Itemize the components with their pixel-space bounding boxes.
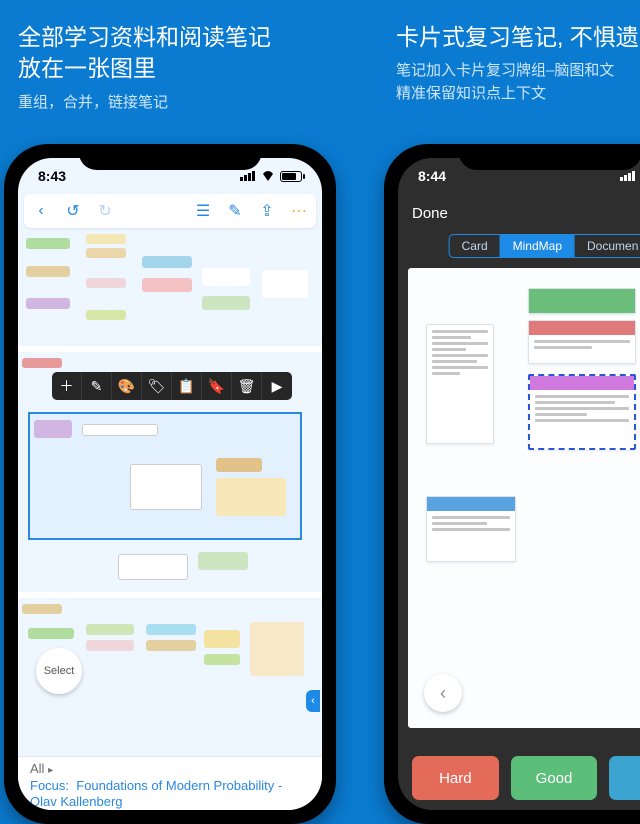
side-chevron-icon[interactable]: ‹ xyxy=(306,690,320,712)
mindmap-canvas[interactable]: ＋ ✎ 🎨 🏷 📋 🔖 🗑 ▶ xyxy=(18,234,322,756)
tab-card[interactable]: Card xyxy=(450,235,500,257)
signal-icon xyxy=(240,171,256,181)
easy-button[interactable]: Eas xyxy=(609,756,640,800)
more-icon[interactable]: ⋯ xyxy=(290,202,308,220)
phone2-screen: 8:44 Done Card MindMap Documen xyxy=(398,158,640,810)
phone1-screen: 8:43 ‹ ↺ ↻ ☰ ✎ ⇪ ⋯ xyxy=(18,158,322,810)
tab-document[interactable]: Documen xyxy=(574,235,640,257)
rating-bar: Hard Good Eas xyxy=(406,756,640,800)
slide2-title: 卡片式复习笔记, 不惧遗 xyxy=(396,22,639,53)
slide2-subtitle: 笔记加入卡片复习牌组–脑图和文 精准保留知识点上下文 xyxy=(396,60,614,105)
status-time: 8:44 xyxy=(418,168,446,184)
plus-icon[interactable]: ＋ xyxy=(52,372,82,400)
header: Done xyxy=(398,194,640,232)
select-button[interactable]: Select xyxy=(36,648,82,694)
phone-2: 8:44 Done Card MindMap Documen xyxy=(384,144,640,824)
wifi-icon xyxy=(261,171,275,181)
context-toolbar: ＋ ✎ 🎨 🏷 📋 🔖 🗑 ▶ xyxy=(52,372,292,400)
filter-label[interactable]: All ▸ xyxy=(30,761,310,776)
good-button[interactable]: Good xyxy=(511,756,598,800)
hard-button[interactable]: Hard xyxy=(412,756,499,800)
share-icon[interactable]: ⇪ xyxy=(258,202,276,220)
trash-icon[interactable]: 🗑 xyxy=(232,372,262,400)
redo-icon[interactable]: ↻ xyxy=(96,202,114,220)
back-icon[interactable]: ‹ xyxy=(32,202,50,220)
list-icon[interactable]: ☰ xyxy=(194,202,212,220)
prev-button[interactable]: ‹ xyxy=(424,674,462,712)
play-icon[interactable]: ▶ xyxy=(262,372,292,400)
edit-icon[interactable]: ✎ xyxy=(226,202,244,220)
view-segmented-control: Card MindMap Documen xyxy=(449,234,640,258)
phone-1: 8:43 ‹ ↺ ↻ ☰ ✎ ⇪ ⋯ xyxy=(4,144,336,824)
slide1-subtitle: 重组，合并，链接笔记 xyxy=(18,92,168,115)
clipboard-icon[interactable]: 📋 xyxy=(172,372,202,400)
battery-icon xyxy=(280,171,302,182)
status-time: 8:43 xyxy=(38,168,66,184)
focus-row[interactable]: Focus: Foundations of Modern Probability… xyxy=(30,778,310,810)
done-button[interactable]: Done xyxy=(412,205,448,222)
tab-mindmap[interactable]: MindMap xyxy=(500,235,574,257)
notch xyxy=(79,144,262,170)
tag-icon[interactable]: 🏷 xyxy=(142,372,172,400)
undo-icon[interactable]: ↺ xyxy=(64,202,82,220)
notch xyxy=(459,144,640,170)
signal-icon xyxy=(620,171,636,181)
editor-toolbar: ‹ ↺ ↻ ☰ ✎ ⇪ ⋯ xyxy=(24,194,316,228)
edit-icon[interactable]: ✎ xyxy=(82,372,112,400)
bookmark-icon[interactable]: 🔖 xyxy=(202,372,232,400)
review-mindmap[interactable]: ‹ › xyxy=(408,268,640,728)
palette-icon[interactable]: 🎨 xyxy=(112,372,142,400)
bottom-info-bar: All ▸ Focus: Foundations of Modern Proba… xyxy=(18,756,322,810)
slide1-title: 全部学习资料和阅读笔记 放在一张图里 xyxy=(18,22,271,84)
